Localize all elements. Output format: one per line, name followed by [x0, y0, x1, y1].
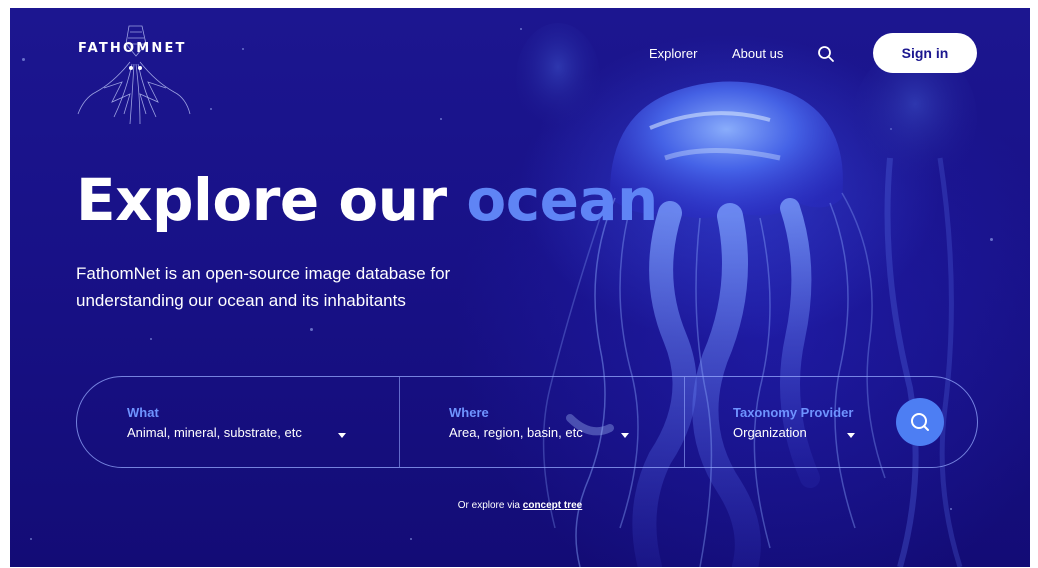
- what-dropdown[interactable]: What Animal, mineral, substrate, etc: [127, 405, 302, 440]
- title-main: Explore our: [76, 166, 467, 234]
- nav-link-about[interactable]: About us: [732, 46, 783, 61]
- concept-tree-link[interactable]: concept tree: [523, 500, 582, 511]
- chevron-down-icon[interactable]: [847, 433, 855, 438]
- taxonomy-label: Taxonomy Provider: [733, 405, 854, 420]
- what-label: What: [127, 405, 159, 420]
- taxonomy-provider-dropdown[interactable]: Taxonomy Provider Organization: [733, 405, 853, 440]
- squid-logo-icon: [77, 25, 191, 125]
- chevron-down-icon[interactable]: [621, 433, 629, 438]
- search-icon: [911, 413, 929, 431]
- explore-prefix: Or explore via: [457, 500, 523, 511]
- what-value: Animal, mineral, substrate, etc: [127, 425, 302, 440]
- hero-section: FathomNet Explorer About us Sign in Expl…: [10, 8, 1030, 567]
- field-divider: [684, 377, 685, 467]
- page-title: Explore our ocean: [76, 166, 658, 234]
- sign-in-button[interactable]: Sign in: [873, 33, 977, 73]
- search-icon[interactable]: [816, 44, 836, 64]
- explore-alt: Or explore via concept tree: [10, 500, 1030, 511]
- nav-link-explorer[interactable]: Explorer: [649, 46, 697, 61]
- where-label: Where: [449, 405, 489, 420]
- chevron-down-icon[interactable]: [338, 433, 346, 438]
- hero-subtitle: FathomNet is an open-source image databa…: [76, 264, 451, 310]
- where-value: Area, region, basin, etc: [449, 425, 583, 440]
- taxonomy-value: Organization: [733, 425, 807, 440]
- search-bar: What Animal, mineral, substrate, etc Whe…: [76, 376, 978, 468]
- where-dropdown[interactable]: Where Area, region, basin, etc: [449, 405, 583, 440]
- brand-logo-text[interactable]: FathomNet: [78, 41, 187, 56]
- search-submit-button[interactable]: [896, 398, 944, 446]
- title-accent: ocean: [466, 166, 658, 234]
- field-divider: [399, 377, 400, 467]
